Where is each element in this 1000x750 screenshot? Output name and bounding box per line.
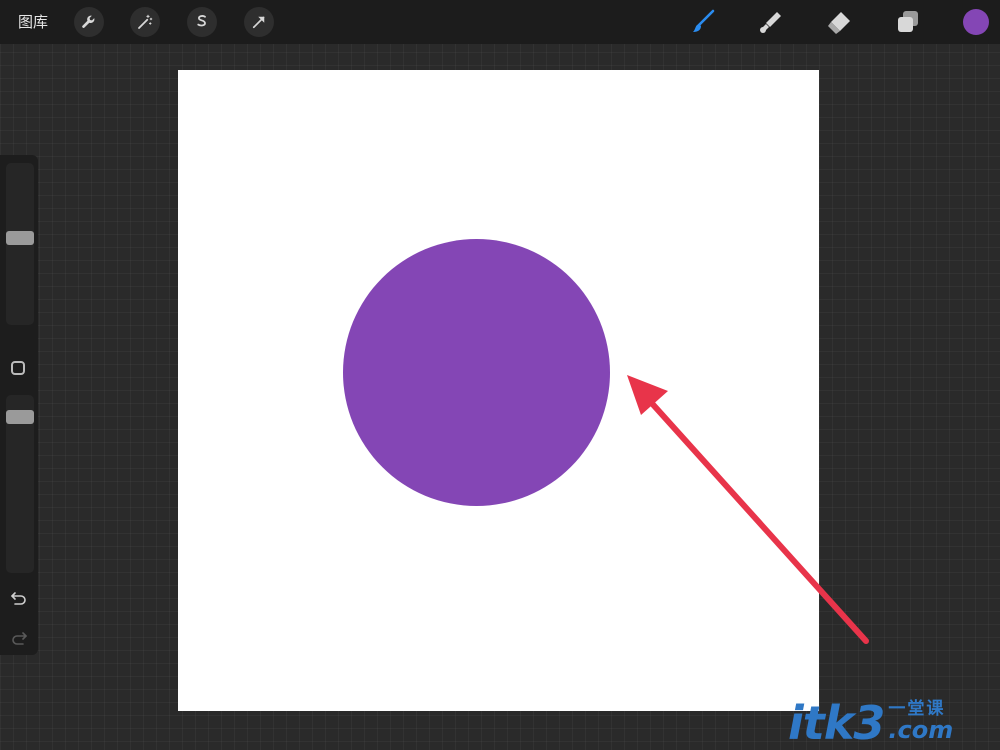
undo-icon[interactable] [9, 588, 29, 608]
selection-icon[interactable] [187, 7, 217, 37]
purple-circle [343, 239, 610, 506]
smudge-icon[interactable] [758, 9, 784, 35]
eraser-icon[interactable] [826, 9, 852, 35]
magic-wand-icon[interactable] [130, 7, 160, 37]
brush-size-handle[interactable] [6, 231, 34, 245]
transform-icon[interactable] [244, 7, 274, 37]
opacity-handle[interactable] [6, 410, 34, 424]
redo-icon[interactable] [9, 628, 29, 648]
top-toolbar: 图库 [0, 0, 1000, 44]
watermark-side: 一堂课 .com [888, 700, 953, 742]
watermark-main: itk3 [788, 696, 885, 750]
wrench-icon[interactable] [74, 7, 104, 37]
modify-button[interactable] [11, 361, 25, 375]
layers-icon[interactable] [895, 9, 921, 35]
sidebar [0, 155, 38, 655]
watermark: itk3 一堂课 .com [788, 696, 953, 746]
color-swatch[interactable] [963, 9, 989, 35]
brush-icon[interactable] [690, 9, 716, 35]
gallery-button[interactable]: 图库 [18, 11, 48, 32]
watermark-suffix: .com [888, 716, 954, 744]
